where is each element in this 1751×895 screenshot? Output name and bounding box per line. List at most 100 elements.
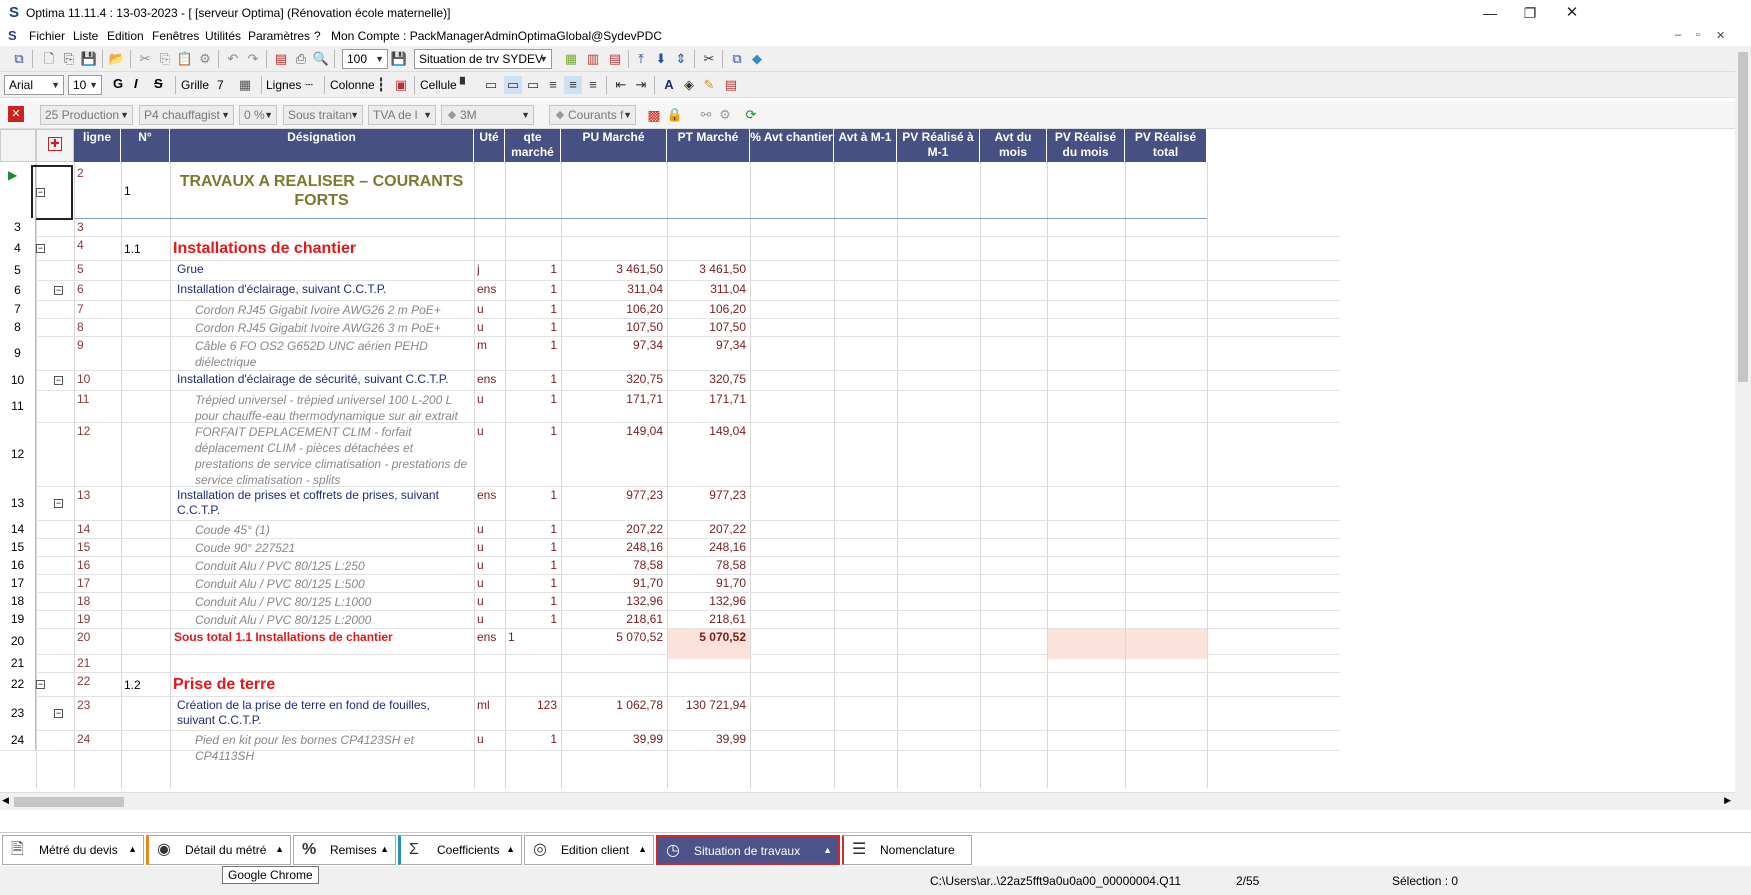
cell-unite[interactable]: j <box>477 262 501 276</box>
cell-ligne[interactable]: 7 <box>77 302 117 316</box>
zoom-select[interactable]: 100 ▼ <box>342 49 388 69</box>
cell-unite[interactable]: u <box>477 540 501 554</box>
percent-select[interactable]: 0 % ▼ <box>239 105 277 125</box>
cell-pt-marche[interactable]: 320,75 <box>670 372 746 386</box>
scroll-right-icon[interactable]: ▶ <box>1724 795 1731 806</box>
italic-button[interactable]: I <box>134 76 138 91</box>
cell-designation[interactable]: Prise de terre <box>173 676 470 694</box>
cell-pu-marche[interactable]: 977,23 <box>564 488 663 502</box>
fill-color-icon[interactable]: ◈ <box>680 76 698 94</box>
column-header-11[interactable]: PV Réalisé du mois <box>1047 129 1125 162</box>
scroll-thumb[interactable] <box>14 797 124 807</box>
cell-pt-marche[interactable]: 97,34 <box>670 338 746 352</box>
cell-pu-marche[interactable]: 149,04 <box>564 424 663 438</box>
cell-ligne[interactable]: 6 <box>77 282 117 296</box>
cell-pu-marche[interactable]: 39,99 <box>564 732 663 746</box>
print-icon[interactable]: ⎙ <box>292 50 310 68</box>
cell-unite[interactable]: ens <box>477 372 501 386</box>
row-number[interactable]: 20 <box>0 628 36 654</box>
cell-unite[interactable]: u <box>477 320 501 334</box>
cell-numero[interactable]: 1.1 <box>124 242 166 256</box>
column-header-0[interactable]: ligne <box>74 129 121 162</box>
cut-icon[interactable]: ✂ <box>136 50 154 68</box>
cell-designation[interactable]: Conduit Alu / PVC 80/125 L:250 <box>195 558 471 574</box>
cell-ligne[interactable]: 18 <box>77 594 117 608</box>
cell-pu-marche[interactable]: 132,96 <box>564 594 663 608</box>
move-top-icon[interactable]: ⤒ <box>632 50 650 68</box>
cell-unite[interactable]: u <box>477 522 501 536</box>
cell-pt-marche[interactable]: 132,96 <box>670 594 746 608</box>
border-top-icon[interactable]: ▭ <box>482 76 500 94</box>
cell-qte-marche[interactable]: 1 <box>508 558 557 572</box>
cell-unite[interactable]: m <box>477 338 501 352</box>
cell-qte-marche[interactable]: 123 <box>508 698 557 712</box>
cell-qte-marche[interactable]: 1 <box>508 540 557 554</box>
row-number[interactable]: 10 <box>0 370 36 390</box>
cell-pu-marche[interactable]: 248,16 <box>564 540 663 554</box>
row-number[interactable]: 7 <box>0 300 36 318</box>
cell-ligne[interactable]: 16 <box>77 558 117 572</box>
move-updown-icon[interactable]: ⇕ <box>672 50 690 68</box>
collapse-icon[interactable]: − <box>54 709 63 718</box>
cell-qte-marche[interactable]: 1 <box>508 630 557 644</box>
menu-liste[interactable]: Liste <box>73 29 98 43</box>
line-style-icon[interactable]: ┄ <box>300 76 318 94</box>
cell-unite[interactable]: ml <box>477 698 501 712</box>
cell-pu-marche[interactable]: 3 461,50 <box>564 262 663 276</box>
cell-ligne[interactable]: 11 <box>77 392 117 406</box>
cell-ligne[interactable]: 3 <box>77 220 117 234</box>
cell-ligne[interactable]: 5 <box>77 262 117 276</box>
mdi-minimize-icon[interactable]: – <box>1675 29 1681 41</box>
vertical-scroll-thumb[interactable] <box>1738 52 1748 382</box>
cell-designation[interactable]: Conduit Alu / PVC 80/125 L:500 <box>195 576 471 592</box>
collapse-icon[interactable]: − <box>36 680 45 689</box>
cell-pt-marche[interactable]: 218,61 <box>670 612 746 626</box>
cell-pu-marche[interactable]: 5 070,52 <box>564 630 663 644</box>
production-select[interactable]: 25 Production ▼ <box>40 105 133 125</box>
move-down-icon[interactable]: ⬇ <box>652 50 670 68</box>
account-label[interactable]: Mon Compte : PackManagerAdminOptimaGloba… <box>331 29 662 43</box>
cell-pu-marche[interactable]: 107,50 <box>564 320 663 334</box>
color-grid-icon[interactable]: ▩ <box>645 106 663 124</box>
cell-ligne[interactable]: 8 <box>77 320 117 334</box>
cell-designation[interactable]: Coude 45° (1) <box>195 522 471 538</box>
cell-qte-marche[interactable]: 1 <box>508 372 557 386</box>
cell-pt-marche[interactable]: 3 461,50 <box>670 262 746 276</box>
cell-pu-marche[interactable]: 311,04 <box>564 282 663 296</box>
paste-icon[interactable]: 📋 <box>176 50 194 68</box>
indent-increase-icon[interactable]: ⇥ <box>632 76 650 94</box>
column-color-icon[interactable]: ▣ <box>392 76 410 94</box>
cell-pt-marche[interactable]: 107,50 <box>670 320 746 334</box>
cell-pt-marche[interactable]: 977,23 <box>670 488 746 502</box>
cell-designation[interactable]: Création de la prise de terre en fond de… <box>177 698 471 728</box>
row-number[interactable]: 16 <box>0 556 36 574</box>
cell-pu-marche[interactable]: 78,58 <box>564 558 663 572</box>
cell-pt-marche[interactable]: 311,04 <box>670 282 746 296</box>
print-preview-icon[interactable]: 🔍 <box>312 50 330 68</box>
tab-metre-du-devis[interactable]: 🗎 Métré du devis ▲ <box>2 835 144 865</box>
tab-remises[interactable]: % Remises ▲ <box>293 835 396 865</box>
save-view-icon[interactable]: 💾 <box>390 50 408 68</box>
row-number[interactable]: 11 <box>0 390 36 422</box>
cell-ligne[interactable]: 4 <box>77 238 117 252</box>
stamp-icon[interactable]: ⚙ <box>196 50 214 68</box>
column-header-2[interactable]: Désignation <box>170 129 474 162</box>
collapse-icon[interactable]: − <box>36 244 45 253</box>
minimize-button[interactable]: — <box>1470 2 1510 24</box>
cell-designation[interactable]: Installations de chantier <box>173 240 470 258</box>
row-number[interactable]: 9 <box>0 336 36 370</box>
cell-ligne[interactable]: 14 <box>77 522 117 536</box>
link-icon[interactable]: ⚯ <box>697 106 715 124</box>
cell-ligne[interactable]: 23 <box>77 698 117 712</box>
mdi-restore-icon[interactable]: ▫ <box>1696 29 1700 41</box>
cell-pt-marche[interactable]: 91,70 <box>670 576 746 590</box>
cell-ligne[interactable]: 15 <box>77 540 117 554</box>
font-size-select[interactable]: 10 ▼ <box>68 75 102 95</box>
grille-value[interactable]: 7 <box>217 78 224 92</box>
mdi-close-icon[interactable]: ✕ <box>1716 29 1725 42</box>
collapse-icon[interactable]: − <box>36 188 45 197</box>
open-folder-icon[interactable]: 📂 <box>108 50 126 68</box>
tva-select[interactable]: TVA de l ▼ <box>368 105 436 125</box>
cell-ligne[interactable]: 12 <box>77 424 117 438</box>
refresh-icon[interactable]: ⟳ <box>742 106 760 124</box>
